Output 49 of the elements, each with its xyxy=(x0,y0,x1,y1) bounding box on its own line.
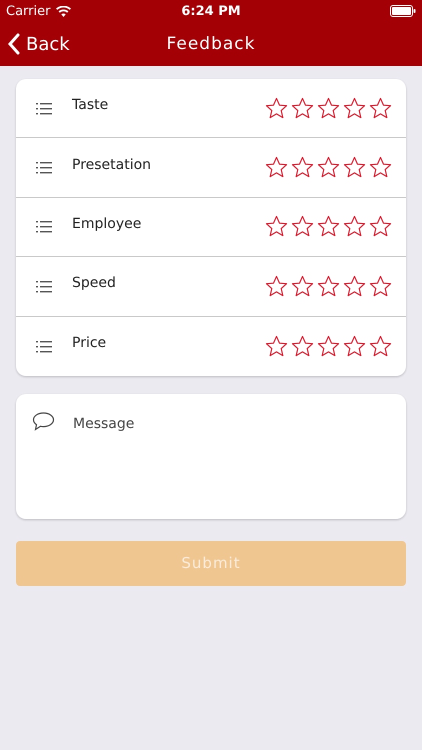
star-icon[interactable] xyxy=(265,215,288,238)
message-box[interactable]: Message xyxy=(16,394,406,519)
status-time: 6:24 PM xyxy=(181,4,241,18)
star-icon[interactable] xyxy=(317,274,340,298)
wifi-icon xyxy=(56,6,72,16)
chevron-left-icon xyxy=(8,33,20,55)
star-icon[interactable] xyxy=(291,96,314,120)
star-icon[interactable] xyxy=(317,156,340,180)
star-rating[interactable] xyxy=(265,96,392,120)
star-rating[interactable] xyxy=(265,156,392,180)
star-icon[interactable] xyxy=(291,274,314,298)
rating-label: Taste xyxy=(72,97,110,114)
list-icon xyxy=(36,340,52,353)
star-icon[interactable] xyxy=(369,334,392,358)
star-icon[interactable] xyxy=(343,334,366,358)
rating-label: Speed xyxy=(72,275,117,292)
list-icon xyxy=(36,102,52,115)
star-icon[interactable] xyxy=(291,156,314,180)
star-icon[interactable] xyxy=(369,96,392,120)
star-rating[interactable] xyxy=(265,215,392,238)
star-icon[interactable] xyxy=(369,156,392,180)
star-icon[interactable] xyxy=(343,215,366,238)
back-button[interactable]: Back xyxy=(8,33,70,55)
star-rating[interactable] xyxy=(265,334,392,358)
star-icon[interactable] xyxy=(265,274,288,298)
star-icon[interactable] xyxy=(265,156,288,180)
star-icon[interactable] xyxy=(317,215,340,238)
star-icon[interactable] xyxy=(343,274,366,298)
battery-icon xyxy=(390,5,416,17)
star-icon[interactable] xyxy=(317,96,340,120)
star-icon[interactable] xyxy=(343,156,366,180)
star-icon[interactable] xyxy=(317,334,340,358)
rating-label: Presetation xyxy=(72,156,152,173)
list-icon xyxy=(36,280,52,293)
list-icon xyxy=(36,161,52,174)
carrier-name: Carrier xyxy=(6,4,50,18)
star-icon[interactable] xyxy=(265,334,288,358)
star-rating[interactable] xyxy=(265,274,392,298)
list-icon xyxy=(36,220,52,234)
star-icon[interactable] xyxy=(291,215,314,238)
star-icon[interactable] xyxy=(343,96,366,120)
star-icon[interactable] xyxy=(265,96,288,120)
star-icon[interactable] xyxy=(369,274,392,298)
rating-label: Price xyxy=(72,335,108,352)
rating-label: Employee xyxy=(72,216,142,232)
star-icon[interactable] xyxy=(369,215,392,238)
star-icon[interactable] xyxy=(291,334,314,358)
speech-bubble-icon xyxy=(32,412,55,431)
screen-title: Feedback xyxy=(166,34,256,54)
